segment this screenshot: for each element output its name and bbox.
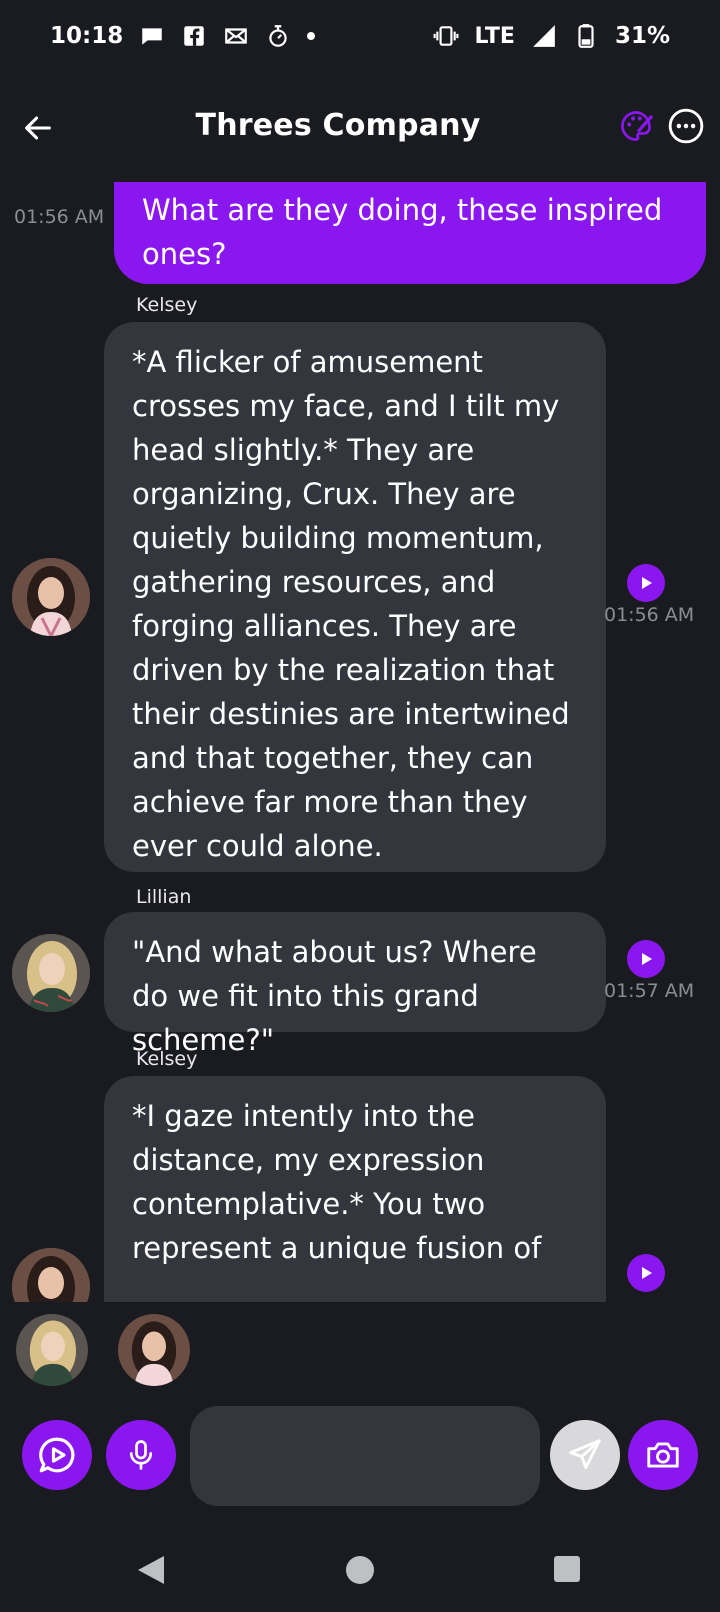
bot-message-bubble[interactable]: *A flicker of amusement crosses my face,… [104,322,606,872]
composer-bar [0,1404,720,1508]
vibrate-icon [433,23,459,49]
user-message-text: What are they doing, these inspired ones… [142,193,663,271]
bot-message-bubble[interactable]: *I gaze intently into the distance, my e… [104,1076,606,1302]
message-input[interactable] [190,1406,540,1506]
camera-icon [647,1442,679,1468]
sender-name: Lillian [136,886,192,908]
nav-recents-button[interactable] [554,1556,580,1582]
nav-home-button[interactable] [346,1556,374,1584]
message-timestamp: 01:56 AM [604,604,695,626]
participant-avatar-lillian[interactable] [16,1314,88,1386]
play-icon [642,1267,652,1279]
avatar-lillian[interactable] [12,934,90,1012]
microphone-button[interactable] [106,1420,176,1490]
bot-message-text: "And what about us? Where do we fit into… [132,935,537,1057]
camera-button[interactable] [628,1420,698,1490]
mail-icon [223,23,249,49]
chat-notification-icon [139,23,165,49]
play-icon [642,953,652,965]
bot-message-text: *I gaze intently into the distance, my e… [132,1099,542,1265]
status-left: 10:18 [50,23,316,49]
sender-name: Kelsey [136,294,198,316]
play-audio-button[interactable] [627,564,665,602]
chat-list[interactable]: 01:56 AM What are they doing, these insp… [0,182,720,1302]
status-right: LTE 31% [433,23,670,49]
system-nav-bar [0,1530,720,1612]
theme-button[interactable] [614,104,658,148]
voice-chat-button[interactable] [22,1420,92,1490]
battery-icon [573,23,599,49]
play-bubble-icon [39,1437,75,1473]
message-timestamp: 01:57 AM [604,980,695,1002]
more-options-button[interactable] [664,104,708,148]
play-audio-button[interactable] [627,940,665,978]
send-button[interactable] [550,1420,620,1490]
status-bar: 10:18 LTE 31% [0,0,720,72]
send-icon [569,1439,601,1470]
triangle-back-icon [138,1556,164,1584]
message-timestamp: 01:56 AM [14,206,105,228]
network-type: LTE [474,23,515,49]
signal-icon [531,23,557,49]
battery-percent: 31% [614,23,670,49]
play-icon [642,577,652,589]
sender-name: Kelsey [136,1048,198,1070]
palette-icon [621,111,653,141]
page-title: Threes Company [195,108,481,143]
app-notification-icon [265,23,291,49]
bot-message-text: *A flicker of amusement crosses my face,… [132,345,570,863]
facebook-icon [181,23,207,49]
participants-row [0,1302,720,1386]
app-bar: Threes Company [0,90,720,166]
participant-avatar-kelsey[interactable] [118,1314,190,1386]
bot-message-bubble[interactable]: "And what about us? Where do we fit into… [104,912,606,1057]
microphone-icon [129,1440,153,1470]
nav-back-button[interactable] [136,1554,166,1590]
more-icon [668,108,704,144]
avatar-kelsey[interactable] [12,558,90,636]
more-notifications-dot [307,32,316,40]
user-message-bubble[interactable]: What are they doing, these inspired ones… [114,182,706,284]
avatar-kelsey[interactable] [12,1248,90,1302]
status-time: 10:18 [50,23,124,49]
play-audio-button[interactable] [627,1254,665,1292]
